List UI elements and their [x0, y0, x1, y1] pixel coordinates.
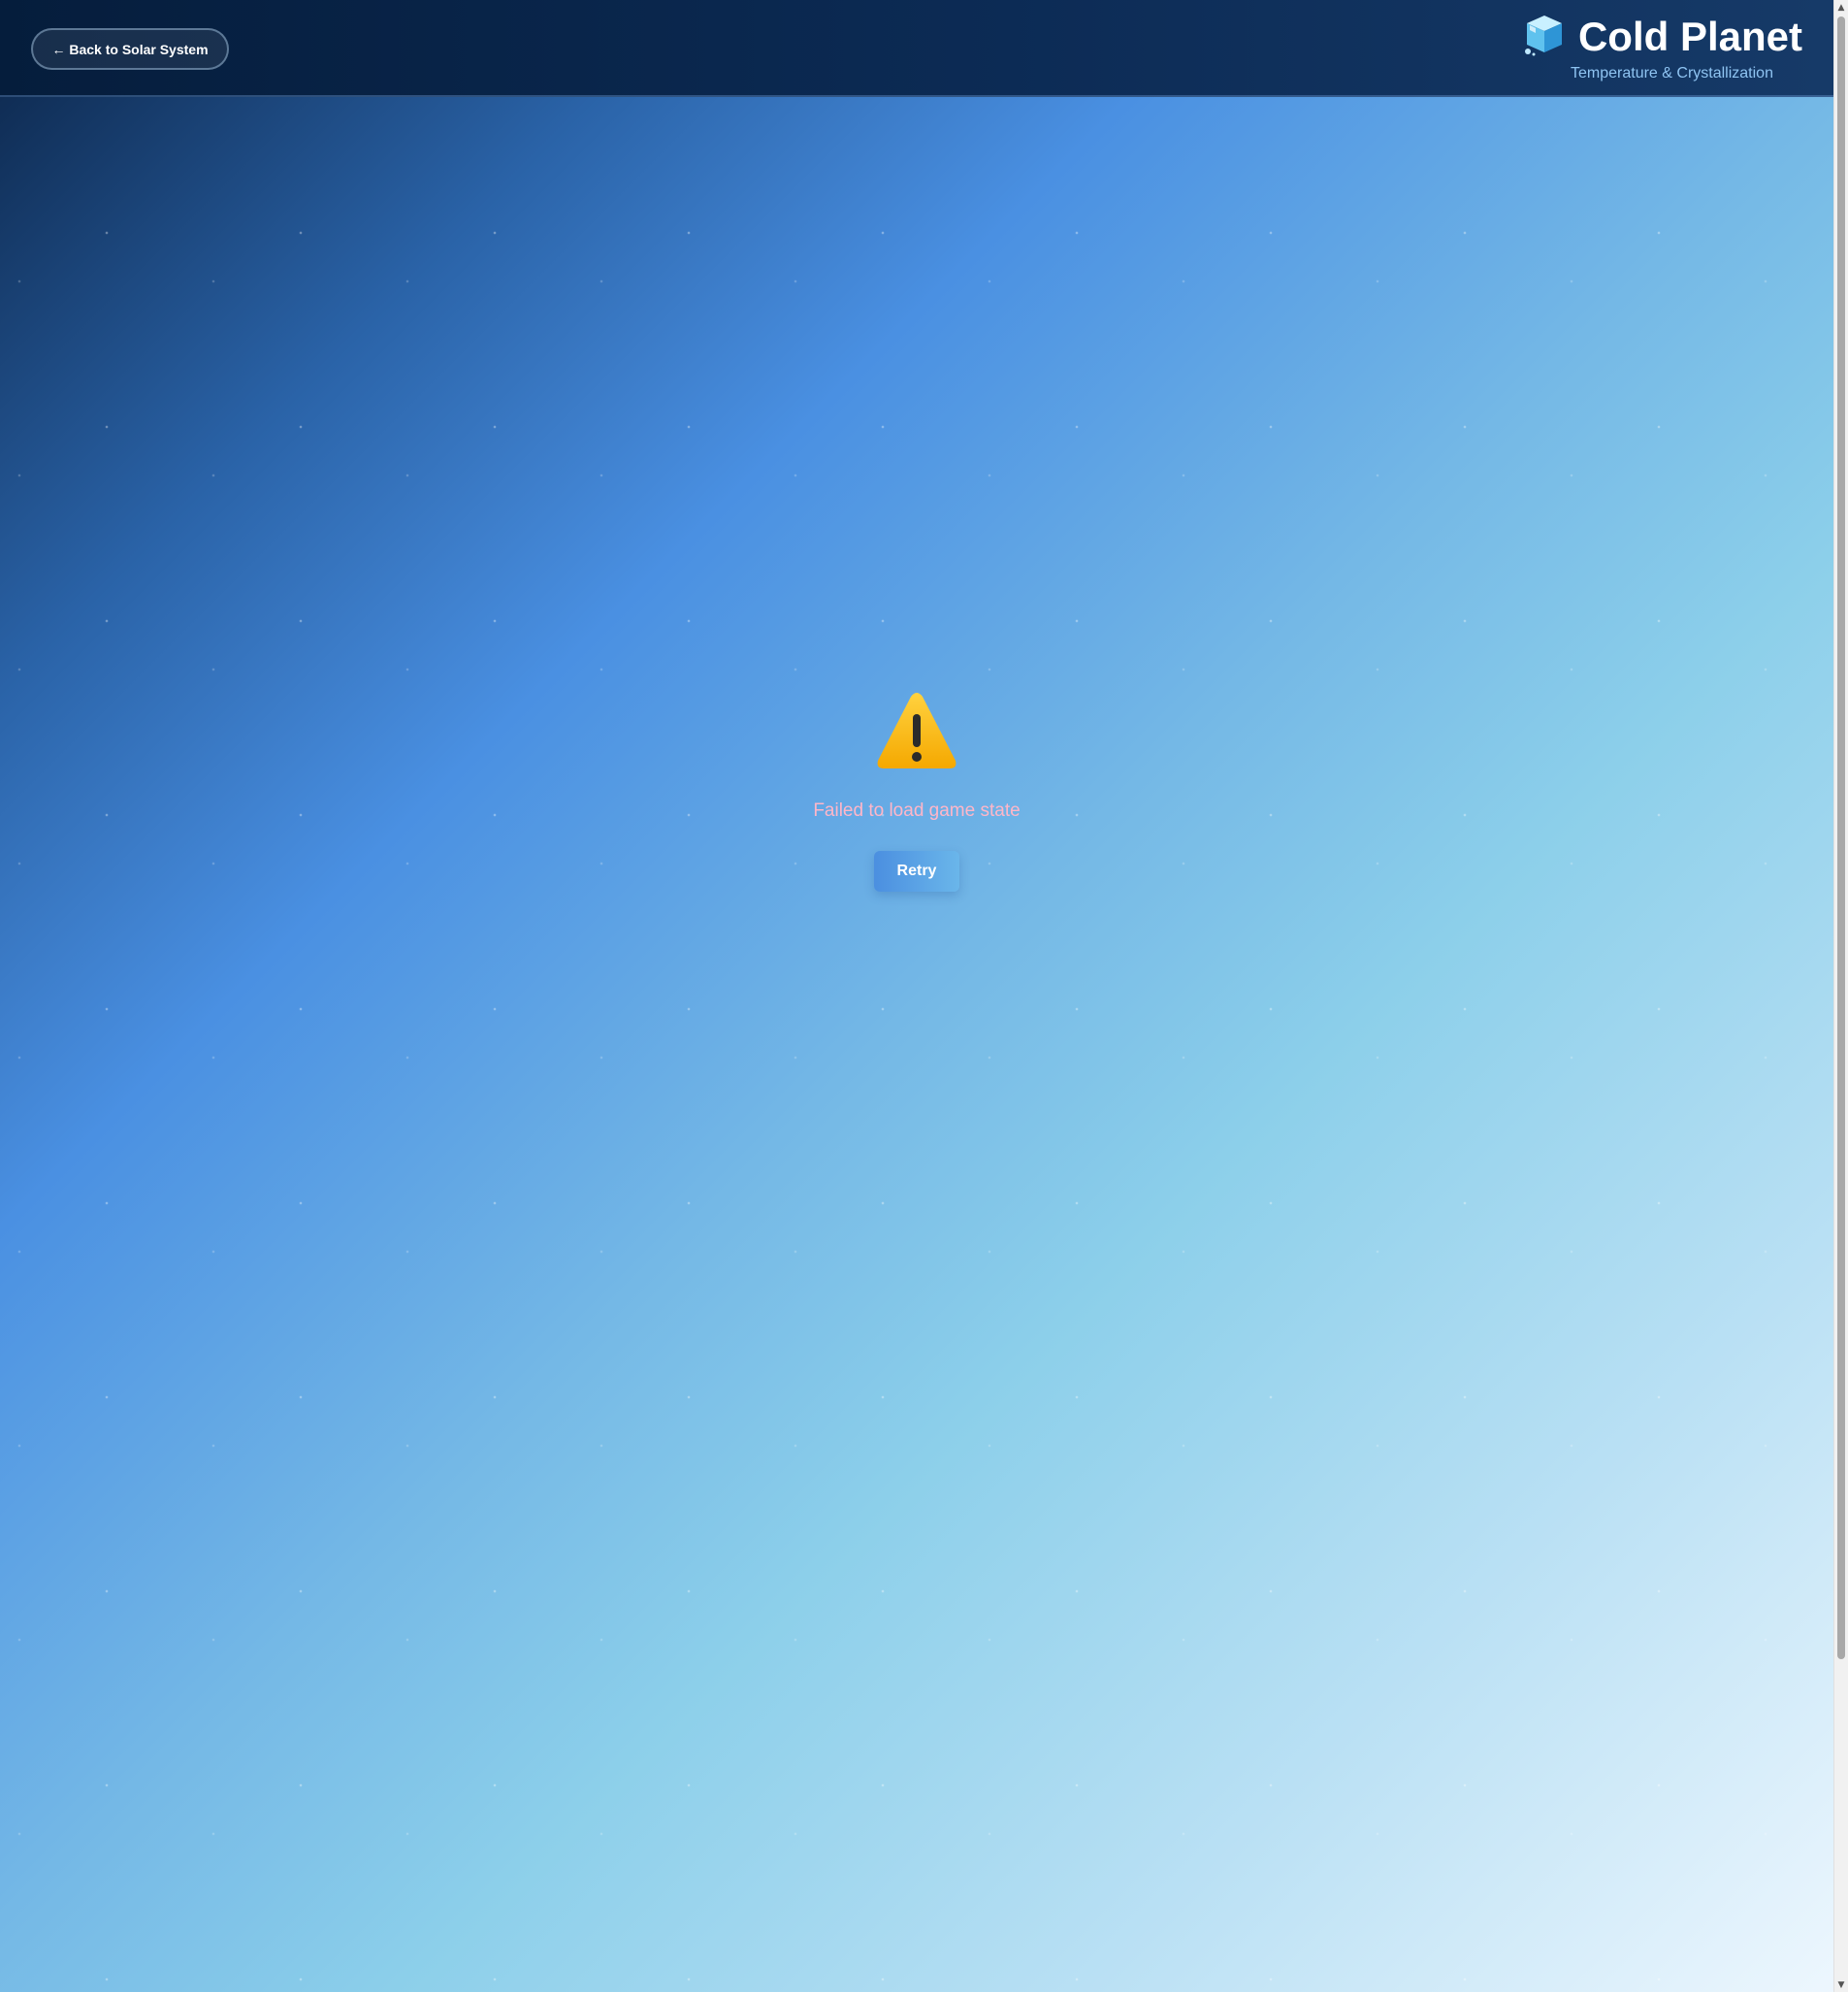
scroll-up-arrow-icon[interactable]: ▲	[1834, 0, 1848, 15]
ice-cube-icon	[1522, 12, 1567, 61]
page-subtitle: Temperature & Crystallization	[1571, 65, 1773, 82]
vertical-scrollbar[interactable]: ▲ ▼	[1833, 0, 1848, 1992]
scroll-down-arrow-icon[interactable]: ▼	[1834, 1977, 1848, 1992]
warning-icon	[876, 691, 957, 770]
brand: Cold Planet Temperature & Crystallizatio…	[1522, 12, 1802, 82]
page-title: Cold Planet	[1577, 13, 1802, 59]
scrollbar-thumb[interactable]	[1837, 16, 1845, 1659]
top-bar: ← Back to Solar System Cold Planet Tempe…	[0, 0, 1833, 97]
back-to-solar-system-button[interactable]: ← Back to Solar System	[31, 28, 229, 70]
starfield-background	[0, 99, 1833, 1992]
error-message: Failed to load game state	[813, 800, 1021, 821]
retry-button[interactable]: Retry	[874, 851, 959, 892]
error-panel: Failed to load game state Retry	[0, 691, 1833, 892]
